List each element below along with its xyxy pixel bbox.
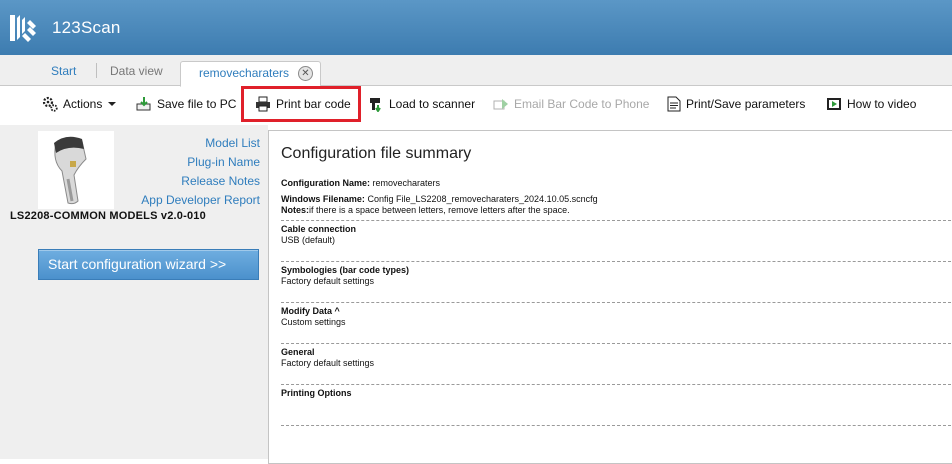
app-developer-report-link[interactable]: App Developer Report bbox=[141, 191, 260, 210]
print-save-parameters-button[interactable]: Print/Save parameters bbox=[667, 94, 805, 114]
email-barcode-button[interactable]: Email Bar Code to Phone bbox=[493, 94, 649, 114]
load-to-scanner-button[interactable]: Load to scanner bbox=[368, 94, 475, 114]
side-links: Model List Plug-in Name Release Notes Ap… bbox=[141, 134, 260, 210]
section-heading: Modify Data ^ bbox=[281, 306, 340, 316]
config-name-label: Configuration Name: bbox=[281, 178, 370, 188]
video-icon bbox=[827, 98, 841, 110]
tab-separator bbox=[96, 63, 97, 78]
release-notes-link[interactable]: Release Notes bbox=[141, 172, 260, 191]
toolbar: Actions Save file to PC Print bar code L… bbox=[0, 87, 952, 121]
filename-value: Config File_LS2208_removecharaters_2024.… bbox=[367, 194, 598, 204]
section-cable-connection: Cable connection USB (default) bbox=[281, 220, 951, 257]
tab-data-view[interactable]: Data view bbox=[110, 64, 163, 78]
load-to-scanner-label: Load to scanner bbox=[389, 97, 476, 111]
section-symbologies: Symbologies (bar code types) Factory def… bbox=[281, 261, 951, 298]
barcode-scanner-icon bbox=[54, 136, 87, 205]
section-modify-data: Modify Data ^ Custom settings bbox=[281, 302, 951, 339]
summary-title: Configuration file summary bbox=[281, 145, 472, 162]
section-general: General Factory default settings bbox=[281, 343, 951, 380]
section-heading: Printing Options bbox=[281, 388, 352, 398]
model-name: LS2208-COMMON MODELS v2.0-010 bbox=[10, 210, 206, 222]
section-heading: Symbologies (bar code types) bbox=[281, 265, 410, 275]
section-value: Factory default settings bbox=[281, 276, 375, 286]
filename-label: Windows Filename: bbox=[281, 194, 365, 204]
section-heading: General bbox=[281, 347, 315, 357]
chevron-down-icon bbox=[108, 102, 117, 106]
email-barcode-label: Email Bar Code to Phone bbox=[514, 97, 650, 111]
actions-menu-button[interactable]: Actions bbox=[42, 94, 117, 114]
section-printing-options: Printing Options bbox=[281, 384, 951, 421]
tab-label: removecharaters bbox=[199, 66, 290, 80]
how-to-video-label: How to video bbox=[847, 97, 917, 111]
save-file-label: Save file to PC bbox=[157, 97, 237, 111]
configuration-summary-panel: Configuration file summary Configuration… bbox=[268, 130, 952, 464]
document-icon bbox=[667, 96, 681, 112]
app-title: 123Scan bbox=[52, 17, 121, 37]
email-arrow-icon bbox=[493, 99, 508, 110]
how-to-video-button[interactable]: How to video bbox=[826, 94, 916, 114]
save-to-pc-icon bbox=[136, 97, 151, 111]
tab-bar: Start Data view removecharaters ✕ bbox=[0, 55, 952, 87]
actions-label: Actions bbox=[63, 97, 103, 111]
notes-label: Notes: bbox=[281, 205, 310, 215]
section-value: USB (default) bbox=[281, 235, 336, 245]
gears-icon bbox=[42, 96, 58, 112]
highlight-box bbox=[241, 86, 361, 122]
notes-row: Notes:if there is a space between letter… bbox=[281, 205, 951, 216]
model-list-link[interactable]: Model List bbox=[141, 134, 260, 153]
section-value: Factory default settings bbox=[281, 358, 375, 368]
summary-body: Configuration Name: removecharaters Wind… bbox=[281, 178, 951, 429]
tab-start[interactable]: Start bbox=[51, 64, 76, 78]
config-name-value: removecharaters bbox=[372, 178, 441, 188]
close-icon[interactable]: ✕ bbox=[298, 66, 313, 81]
save-file-button[interactable]: Save file to PC bbox=[136, 94, 236, 114]
scanner-image bbox=[38, 131, 114, 209]
title-bar: 123Scan bbox=[0, 0, 952, 55]
section-heading: Cable connection bbox=[281, 224, 357, 234]
section-value: Custom settings bbox=[281, 317, 346, 327]
plugin-name-link[interactable]: Plug-in Name bbox=[141, 153, 260, 172]
tab-removecharaters[interactable]: removecharaters ✕ bbox=[180, 61, 321, 87]
start-configuration-wizard-button[interactable]: Start configuration wizard >> bbox=[38, 249, 259, 280]
print-save-parameters-label: Print/Save parameters bbox=[686, 97, 806, 111]
notes-value: if there is a space between letters, rem… bbox=[309, 205, 570, 215]
load-to-scanner-icon bbox=[370, 98, 381, 112]
config-name-row: Configuration Name: removecharaters bbox=[281, 178, 951, 189]
filename-row: Windows Filename: Config File_LS2208_rem… bbox=[281, 194, 951, 205]
scanner-info-panel: Model List Plug-in Name Release Notes Ap… bbox=[0, 125, 268, 459]
zebra-logo-icon bbox=[10, 14, 36, 42]
section-divider bbox=[281, 425, 951, 429]
